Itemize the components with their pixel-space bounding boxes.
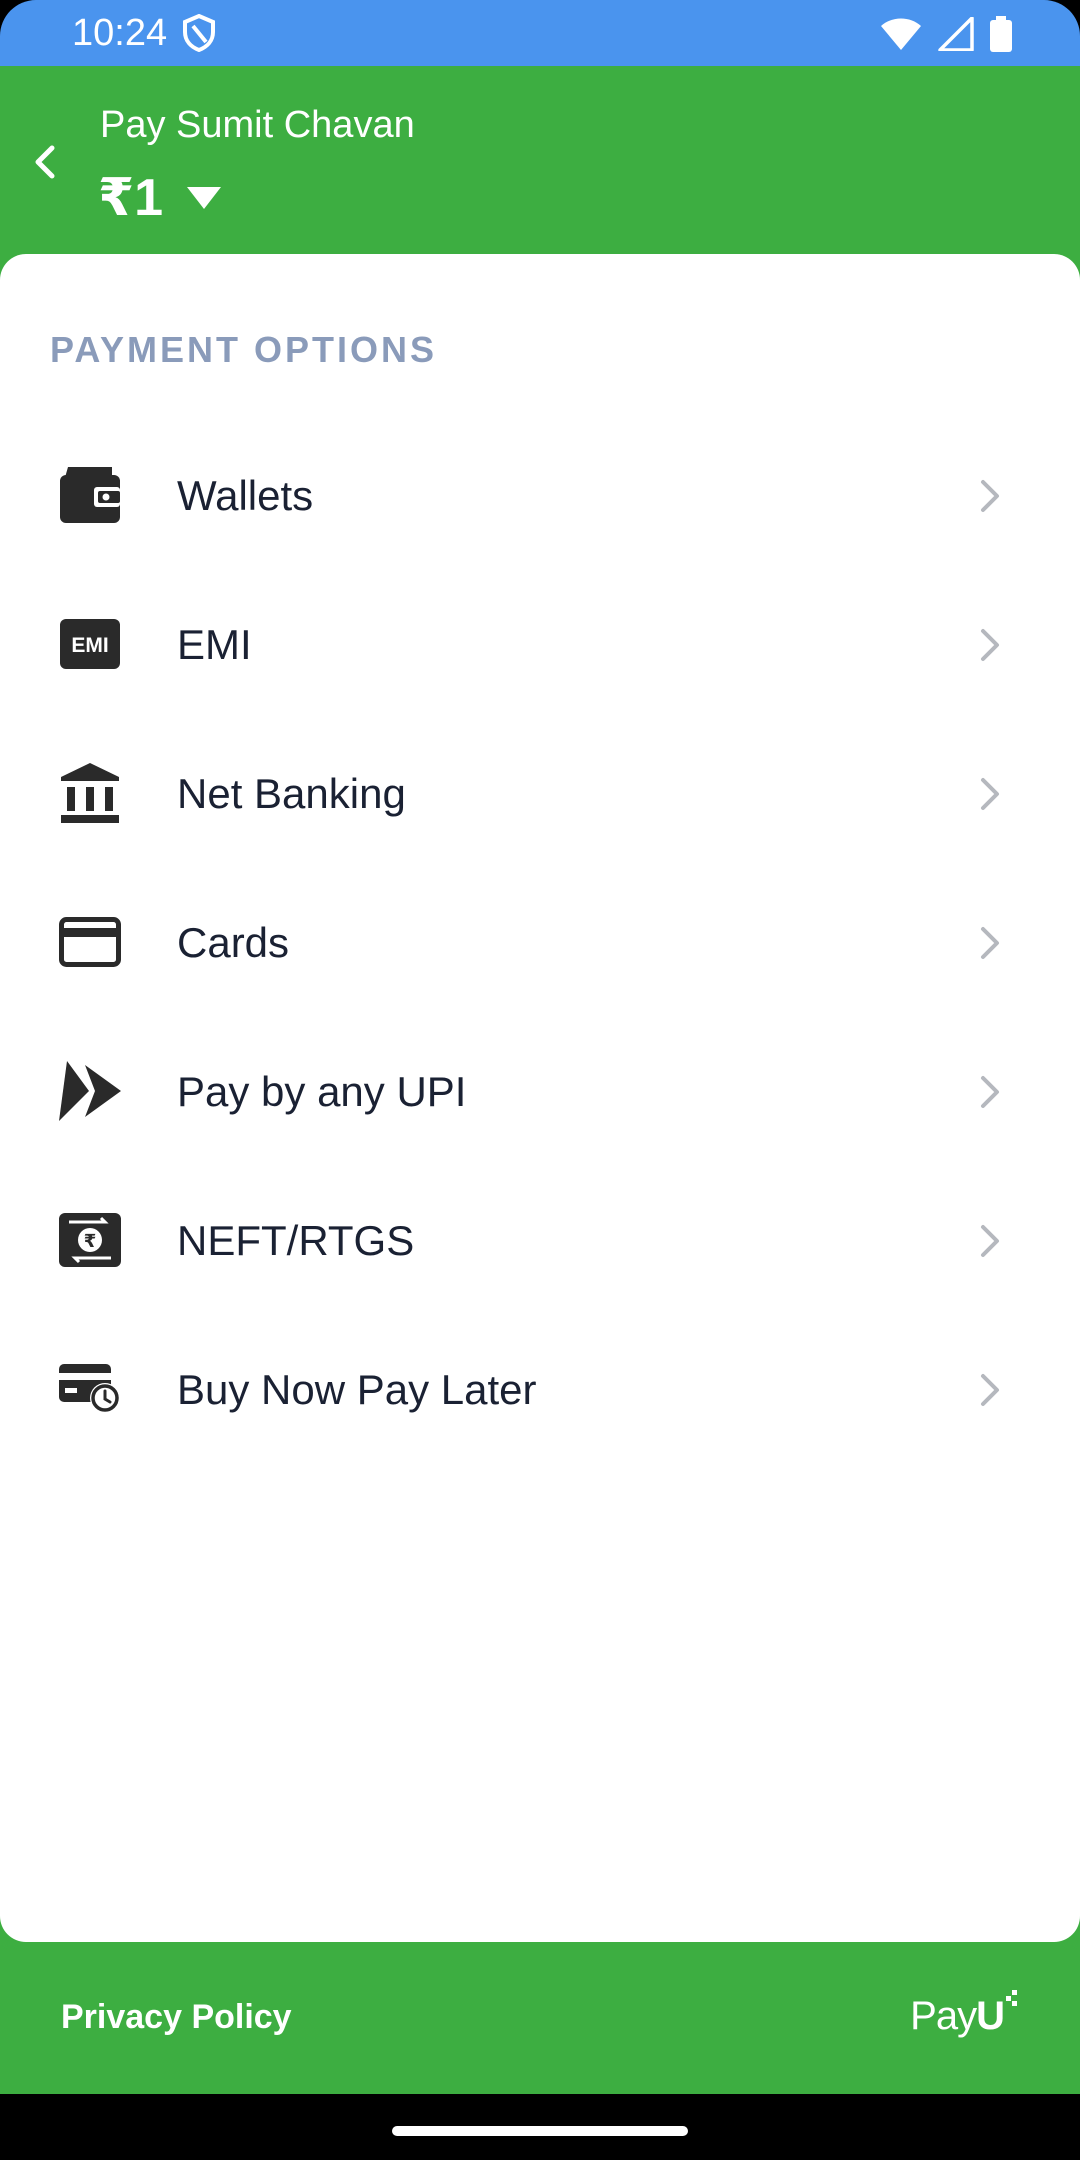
payu-dots-icon — [1006, 1990, 1017, 2006]
navigation-bar — [0, 2094, 1080, 2160]
option-label: NEFT/RTGS — [177, 1217, 415, 1264]
phone-screen: 10:24 Pay Sumit Chavan ₹1 PAYMENT OPTION… — [0, 0, 1080, 2160]
option-upi[interactable]: Pay by any UPI — [0, 1017, 1080, 1166]
battery-icon — [990, 16, 1012, 52]
emi-icon-text: EMI — [71, 634, 108, 657]
footer: Privacy Policy Pay U — [0, 1942, 1080, 2094]
rupee-symbol: ₹ — [84, 1231, 97, 1252]
payu-logo-suffix: U — [976, 1994, 1005, 2038]
wifi-icon — [881, 18, 921, 50]
option-neft-rtgs[interactable]: ₹ NEFT/RTGS — [0, 1166, 1080, 1315]
payu-logo-prefix: Pay — [910, 1994, 977, 2038]
option-cards[interactable]: Cards — [0, 868, 1080, 1017]
option-label: Wallets — [177, 472, 314, 519]
caret-down-icon — [187, 187, 222, 209]
payment-options-list: Wallets EMI EMI Net Banking Cards Pay by… — [0, 421, 1080, 1464]
option-net-banking[interactable]: Net Banking — [0, 719, 1080, 868]
status-icons — [880, 14, 1012, 54]
payment-options-sheet: PAYMENT OPTIONS Wallets EMI EMI Net Bank… — [0, 254, 1080, 1942]
status-time: 10:24 — [72, 12, 168, 54]
neft-icon: ₹ — [58, 1208, 122, 1272]
wallet-icon — [58, 463, 122, 527]
option-label: Net Banking — [177, 770, 406, 817]
privacy-policy-link[interactable]: Privacy Policy — [61, 1996, 292, 2038]
payee-name: Pay Sumit Chavan — [100, 104, 415, 146]
back-arrow-icon — [35, 145, 55, 179]
emi-icon: EMI — [58, 612, 122, 676]
option-label: Cards — [177, 919, 290, 966]
chevron-right-icon — [981, 1225, 999, 1257]
option-emi[interactable]: EMI EMI — [0, 570, 1080, 719]
option-buy-now-pay-later[interactable]: Buy Now Pay Later — [0, 1315, 1080, 1464]
back-button[interactable] — [20, 132, 68, 192]
shield-icon — [183, 14, 215, 52]
option-label: Pay by any UPI — [177, 1068, 467, 1115]
option-label: EMI — [177, 621, 252, 668]
chevron-right-icon — [981, 1374, 999, 1406]
signal-icon — [938, 17, 974, 51]
option-wallets[interactable]: Wallets — [0, 421, 1080, 570]
chevron-right-icon — [981, 480, 999, 512]
status-bar: 10:24 — [0, 0, 1080, 66]
amount-selector[interactable]: ₹1 — [98, 166, 223, 230]
bnpl-icon — [58, 1357, 122, 1421]
option-label: Buy Now Pay Later — [177, 1366, 537, 1413]
chevron-right-icon — [981, 778, 999, 810]
payu-logo: Pay U — [910, 1988, 1018, 2040]
amount-value: ₹1 — [98, 169, 164, 227]
upi-icon — [58, 1059, 122, 1123]
chevron-right-icon — [981, 927, 999, 959]
chevron-right-icon — [981, 1076, 999, 1108]
chevron-right-icon — [981, 629, 999, 661]
payment-header: Pay Sumit Chavan ₹1 — [0, 66, 1080, 284]
bank-icon — [58, 761, 122, 825]
home-indicator[interactable] — [392, 2126, 688, 2136]
section-title: PAYMENT OPTIONS — [50, 329, 438, 370]
card-icon — [58, 910, 122, 974]
